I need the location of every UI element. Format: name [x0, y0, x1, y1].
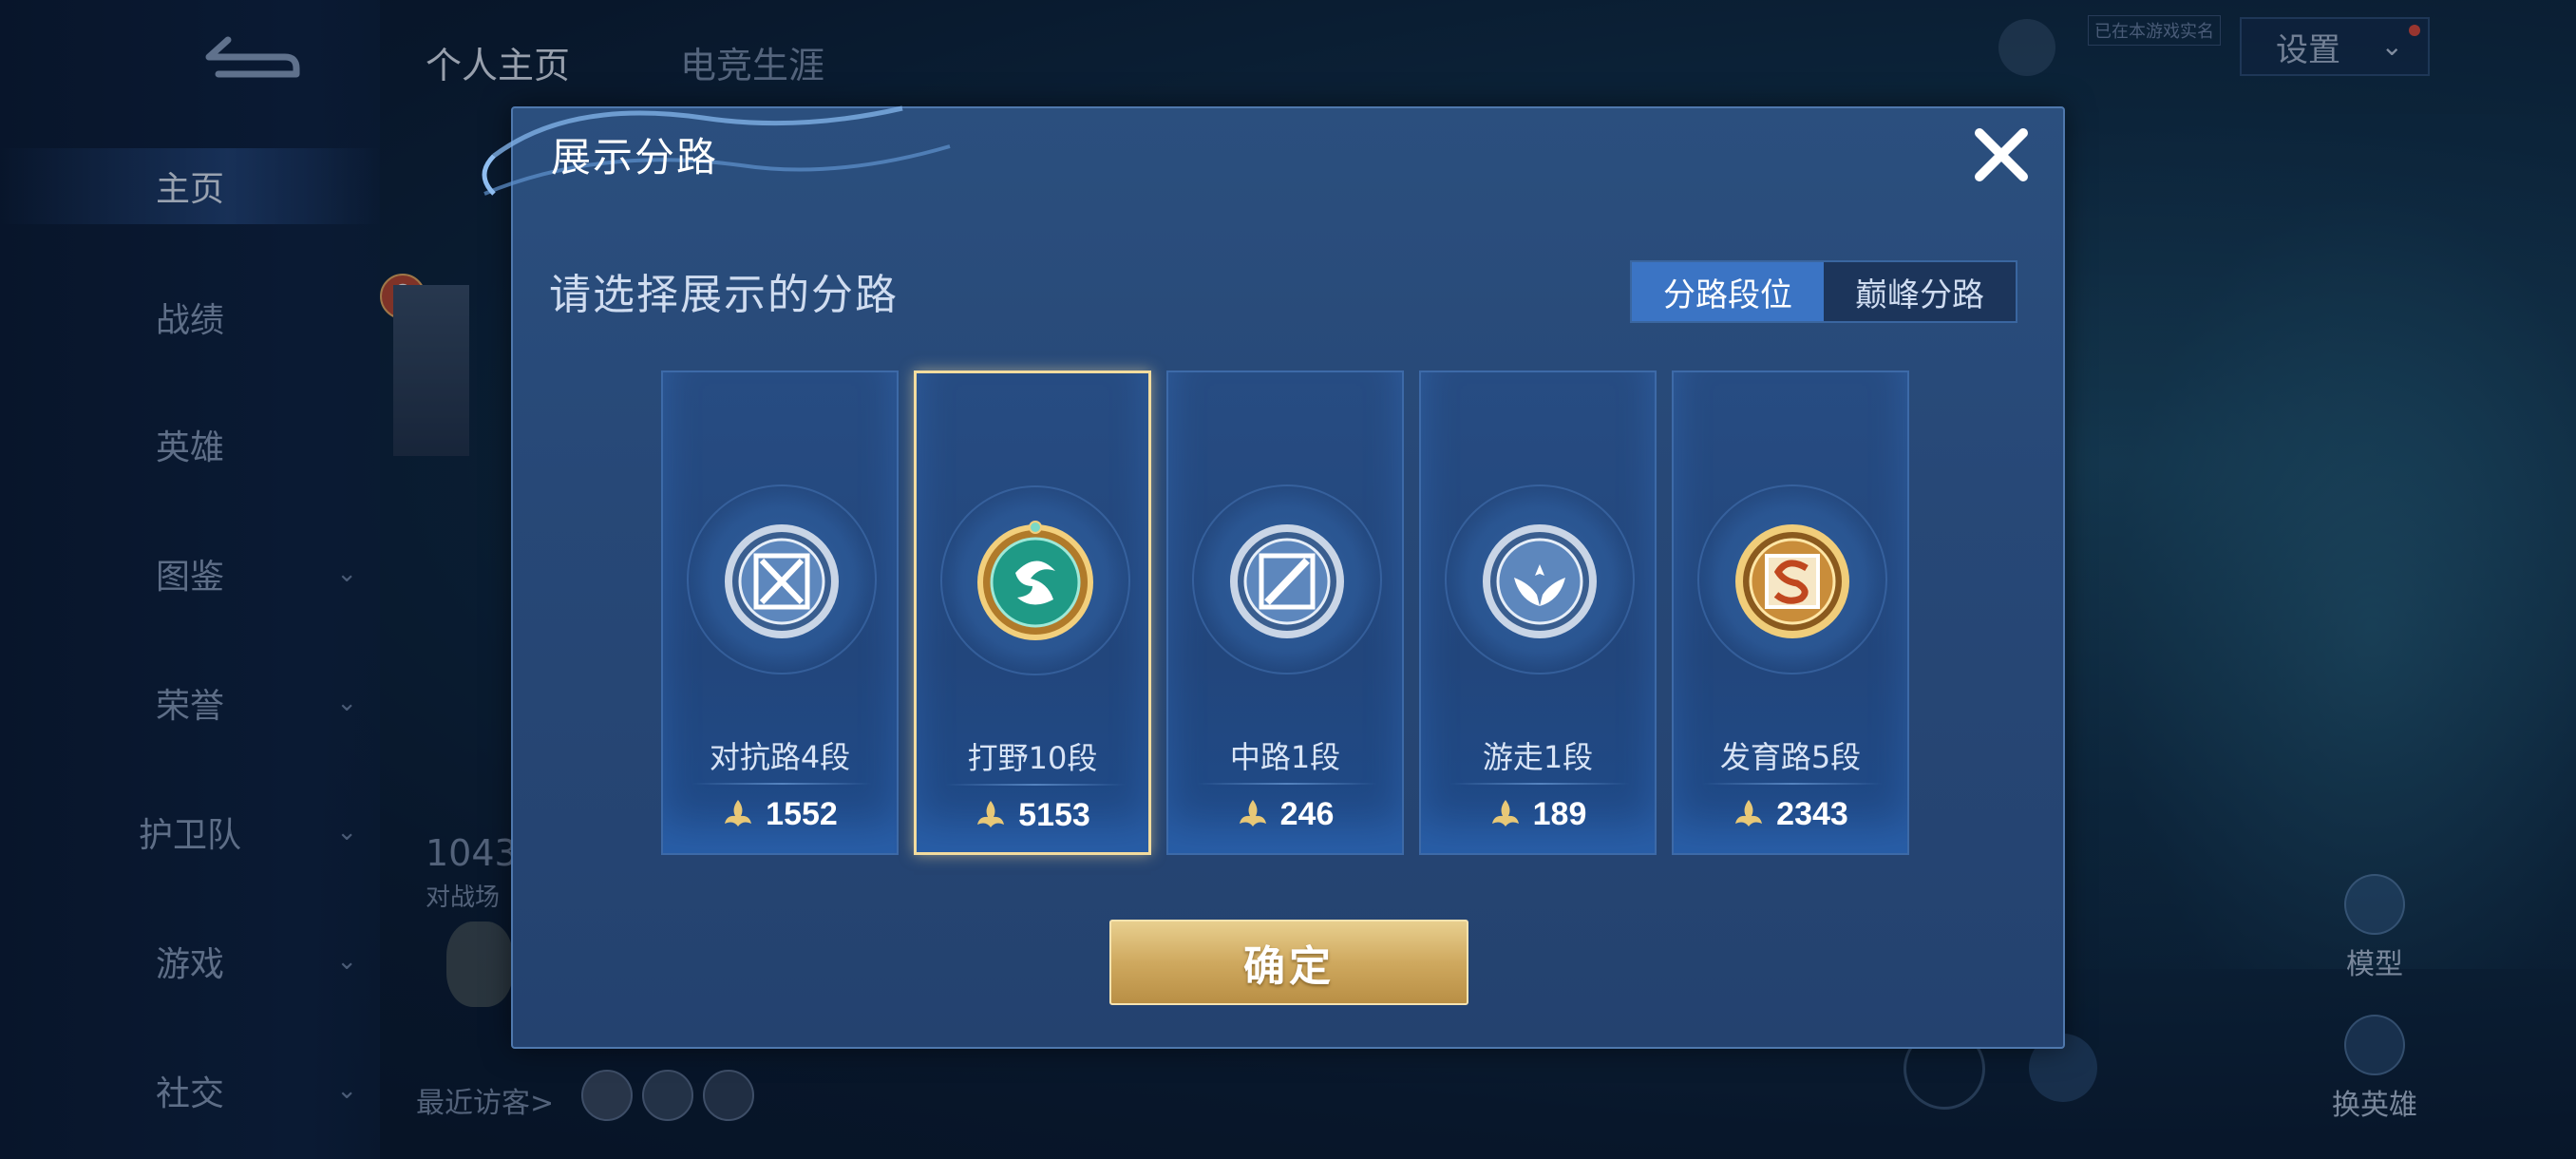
lane-mode-toggle: 分路段位 巅峰分路	[1630, 260, 2017, 323]
confirm-button[interactable]: 确定	[1109, 920, 1468, 1005]
lane-score: 2343	[1674, 796, 1907, 833]
lane-score-value: 1552	[766, 796, 838, 832]
lane-score: 246	[1168, 796, 1402, 833]
lane-score: 5153	[917, 797, 1148, 834]
lane-card[interactable]: 打野10段 5153	[914, 370, 1151, 855]
card-divider	[945, 784, 1126, 786]
card-divider	[1197, 783, 1377, 785]
dialog-title: 展示分路	[551, 134, 719, 180]
toggle-peak-lane[interactable]: 巅峰分路	[1824, 262, 2016, 321]
lane-rank-label: 打野10段	[967, 740, 1098, 776]
toggle-lane-rank[interactable]: 分路段位	[1632, 262, 1824, 321]
rank-points-icon	[975, 798, 1007, 834]
close-icon[interactable]	[1968, 122, 2035, 188]
lane-score: 1552	[663, 796, 897, 833]
lane-display-dialog: 展示分路 请选择展示的分路 分路段位 巅峰分路 对抗路4段 1552 打野10段 51…	[482, 105, 2065, 1049]
rank-points-icon	[1733, 797, 1765, 833]
card-divider	[1449, 783, 1630, 785]
decorative-swirl	[482, 105, 951, 196]
rank-points-icon	[722, 797, 754, 833]
lane-card[interactable]: 发育路5段 2343	[1672, 370, 1909, 855]
lane-score-value: 246	[1279, 796, 1335, 832]
roam-wings-emblem-icon	[1478, 515, 1601, 648]
lane-score-value: 2343	[1776, 796, 1848, 832]
lane-rank-label: 对抗路4段	[709, 739, 851, 775]
lane-rank-label: 中路1段	[1229, 739, 1341, 775]
lane-select-prompt: 请选择展示的分路	[549, 271, 899, 319]
lane-rank-label: 发育路5段	[1719, 739, 1862, 775]
lane-card[interactable]: 中路1段 246	[1166, 370, 1404, 855]
lane-card[interactable]: 对抗路4段 1552	[661, 370, 899, 855]
jungle-dragon-emblem-icon	[974, 516, 1097, 649]
mid-lane-emblem-icon	[1225, 515, 1349, 648]
card-divider	[1702, 783, 1883, 785]
lane-card-list: 对抗路4段 1552 打野10段 5153 中路1段 246 游走1段 189 发育路5段 234…	[661, 370, 1915, 963]
lane-score-value: 5153	[1018, 797, 1090, 833]
lane-rank-label: 游走1段	[1482, 739, 1594, 775]
lane-score-value: 189	[1532, 796, 1587, 832]
clash-lane-emblem-icon	[720, 515, 843, 648]
lane-score: 189	[1421, 796, 1655, 833]
card-divider	[691, 783, 872, 785]
lane-card[interactable]: 游走1段 189	[1419, 370, 1657, 855]
rank-points-icon	[1489, 797, 1522, 833]
rank-points-icon	[1237, 797, 1269, 833]
farm-lane-emblem-icon	[1731, 515, 1854, 648]
